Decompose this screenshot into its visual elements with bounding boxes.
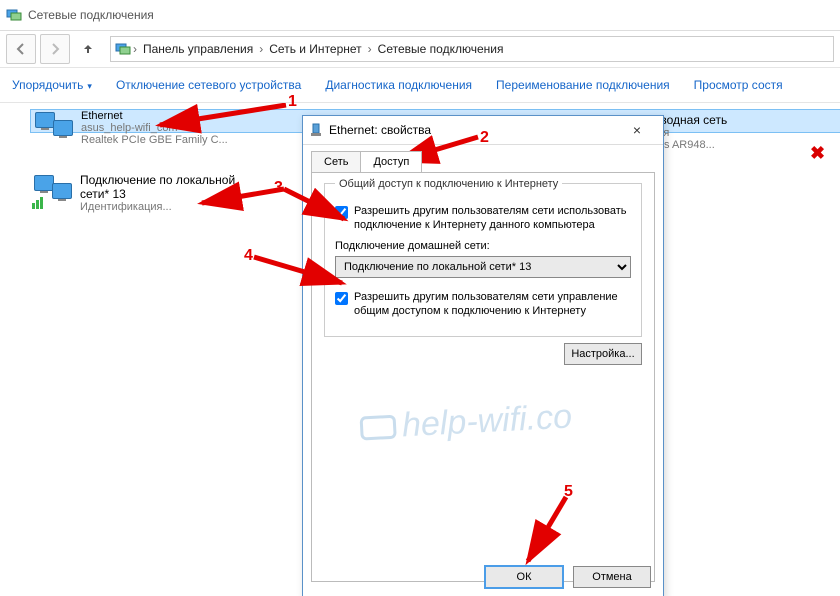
tab-panel-sharing: Общий доступ к подключению к Интернету Р… xyxy=(311,172,655,582)
breadcrumb-icon xyxy=(115,41,131,57)
network-adapter-icon xyxy=(35,110,75,150)
disable-device-button[interactable]: Отключение сетевого устройства xyxy=(116,78,301,92)
tab-sharing[interactable]: Доступ xyxy=(360,151,422,172)
home-network-select[interactable]: Подключение по локальной сети* 13 xyxy=(335,256,631,278)
connections-pane: Ethernet asus_help-wifi_com Realtek PCIe… xyxy=(0,103,840,596)
connection-name: Ethernet xyxy=(81,110,228,122)
connection-name: Подключение по локальной сети* 13 xyxy=(80,173,250,201)
close-button[interactable]: × xyxy=(617,122,657,138)
window-title: Сетевые подключения xyxy=(28,8,154,22)
up-button[interactable] xyxy=(74,35,102,63)
annotation-number: 1 xyxy=(288,93,297,111)
annotation-number: 5 xyxy=(564,483,573,501)
breadcrumb-seg[interactable]: Панель управления xyxy=(139,42,257,56)
chevron-right-icon: › xyxy=(131,42,139,56)
tab-network[interactable]: Сеть xyxy=(311,151,361,172)
annotation-number: 3 xyxy=(274,179,283,197)
connection-subtext: asus_help-wifi_com xyxy=(81,122,228,134)
window-icon xyxy=(6,7,22,23)
disabled-x-icon: ✖ xyxy=(810,143,828,161)
dialog-tabs: Сеть Доступ xyxy=(303,145,663,172)
home-network-label: Подключение домашней сети: xyxy=(335,240,631,252)
ics-group: Общий доступ к подключению к Интернету Р… xyxy=(324,183,642,337)
view-status-button[interactable]: Просмотр состя xyxy=(694,78,783,92)
back-button[interactable] xyxy=(6,34,36,64)
chevron-right-icon: › xyxy=(366,42,374,56)
connection-item-local13[interactable]: Подключение по локальной сети* 13 Иденти… xyxy=(30,169,268,227)
allow-sharing-checkbox-row: Разрешить другим пользователям сети испо… xyxy=(335,204,631,232)
network-adapter-icon xyxy=(34,173,74,213)
properties-dialog: Ethernet: свойства × Сеть Доступ Общий д… xyxy=(302,115,664,596)
breadcrumb-bar[interactable]: › Панель управления › Сеть и Интернет › … xyxy=(110,36,834,62)
allow-sharing-label: Разрешить другим пользователям сети испо… xyxy=(354,204,631,232)
chevron-right-icon: › xyxy=(257,42,265,56)
connection-subtext: Идентификация... xyxy=(80,201,250,213)
rename-button[interactable]: Переименование подключения xyxy=(496,78,670,92)
configure-button[interactable]: Настройка... xyxy=(564,343,642,365)
ethernet-icon xyxy=(309,123,323,137)
cancel-button[interactable]: Отмена xyxy=(573,566,651,588)
diagnose-button[interactable]: Диагностика подключения xyxy=(325,78,472,92)
connection-device: Realtek PCIe GBE Family C... xyxy=(81,134,228,146)
nav-row: › Панель управления › Сеть и Интернет › … xyxy=(0,31,840,68)
dialog-buttons: ОК Отмена xyxy=(485,566,651,588)
annotation-number: 4 xyxy=(244,247,253,265)
window-titlebar: Сетевые подключения xyxy=(0,0,840,31)
allow-control-label: Разрешить другим пользователям сети упра… xyxy=(354,290,631,318)
allow-control-checkbox-row: Разрешить другим пользователям сети упра… xyxy=(335,290,631,318)
allow-sharing-checkbox[interactable] xyxy=(335,206,348,219)
ok-button[interactable]: ОК xyxy=(485,566,563,588)
breadcrumb-seg[interactable]: Сеть и Интернет xyxy=(265,42,365,56)
breadcrumb-seg[interactable]: Сетевые подключения xyxy=(374,42,508,56)
dialog-title: Ethernet: свойства xyxy=(329,123,431,137)
toolbar: Упорядочить Отключение сетевого устройст… xyxy=(0,68,840,103)
group-legend: Общий доступ к подключению к Интернету xyxy=(335,178,562,190)
organize-menu[interactable]: Упорядочить xyxy=(12,78,92,92)
allow-control-checkbox[interactable] xyxy=(335,292,348,305)
annotation-number: 2 xyxy=(480,129,489,147)
forward-button[interactable] xyxy=(40,34,70,64)
